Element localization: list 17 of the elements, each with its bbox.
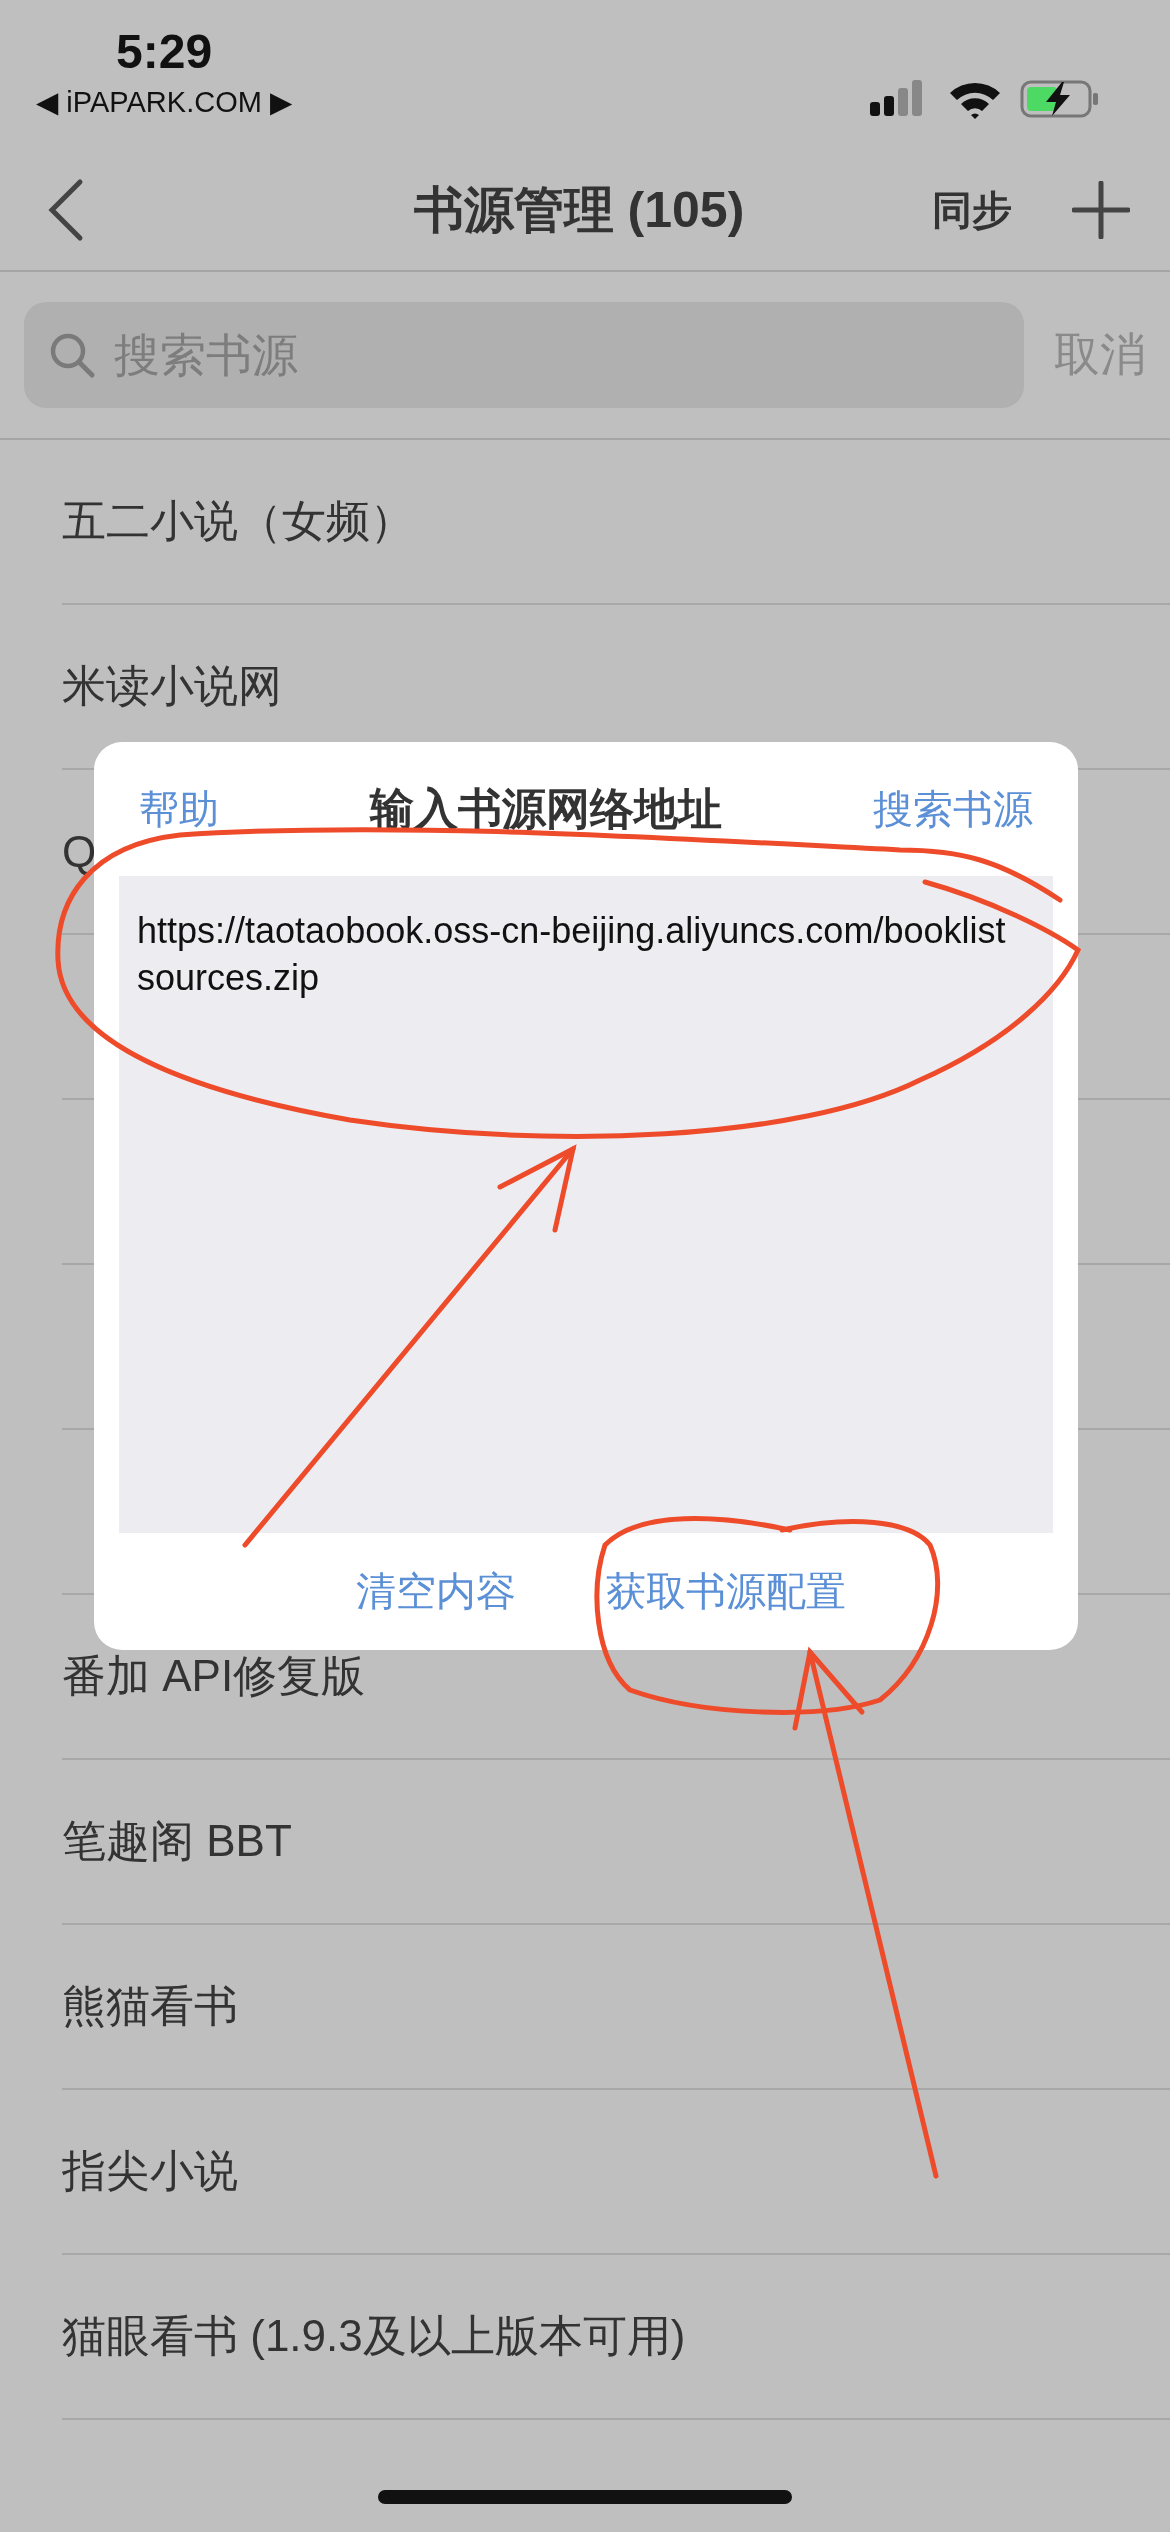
sync-button[interactable]: 同步	[932, 182, 1012, 238]
book-source-item[interactable]: 猫眼看书 (1.9.3及以上版本可用)	[62, 2307, 686, 2366]
dialog-title: 输入书源网络地址	[370, 782, 722, 835]
battery-charging-icon	[1020, 78, 1100, 120]
add-icon[interactable]	[1072, 181, 1130, 239]
book-source-item[interactable]: 米读小说网	[62, 657, 282, 716]
back-to-app-link[interactable]: ◀ iPAPARK.COM ▶	[36, 85, 293, 119]
book-source-item[interactable]: Q	[62, 826, 97, 877]
book-source-item[interactable]: 指尖小说	[62, 2142, 238, 2201]
search-icon	[48, 331, 96, 379]
book-source-item[interactable]: 五二小说（女频）	[62, 492, 414, 551]
book-source-item[interactable]: 熊猫看书	[62, 1977, 238, 2036]
url-input-field[interactable]: https://taotaobook.oss-cn-beijing.aliyuncs.com/booklistsources.zip	[119, 876, 1053, 1533]
page-title: 书源管理 (105)	[412, 180, 746, 240]
book-source-item[interactable]: 番加 API修复版	[62, 1647, 366, 1706]
status-time: 5:29	[116, 24, 213, 79]
book-source-item[interactable]: 笔趣阁 BBT	[62, 1812, 292, 1871]
